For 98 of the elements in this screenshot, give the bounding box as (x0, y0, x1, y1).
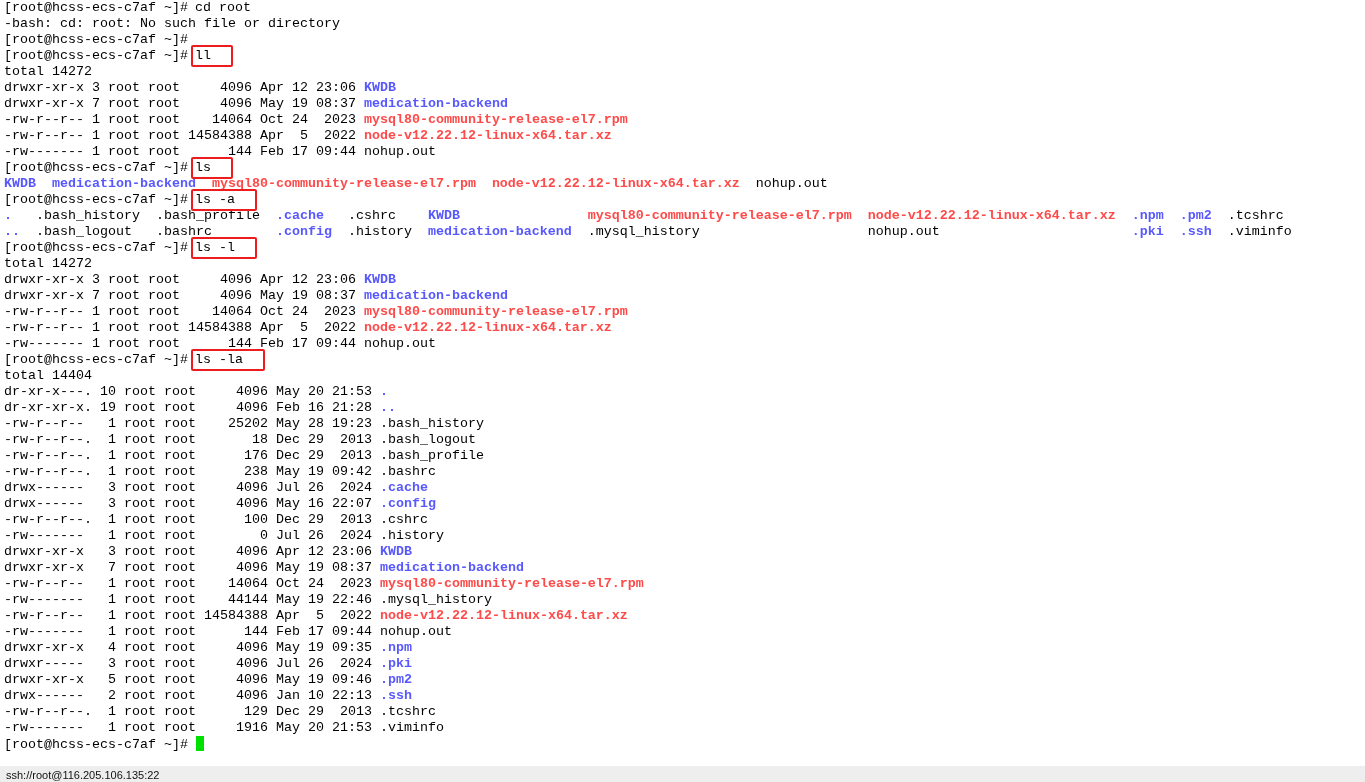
output-text: drwx------ 3 root root 4096 Jul 26 2024 (4, 480, 373, 495)
directory-name: .npm (379, 640, 412, 655)
directory-name: .config (379, 496, 436, 511)
output-text: .bash_profile (155, 208, 260, 224)
output-text: nohup.out (867, 224, 941, 240)
output-text: -rw-r--r--. 1 root root 100 Dec 29 2013 .cshrc (4, 512, 428, 527)
output-text: .bashrc (155, 224, 213, 240)
output-text: .history (347, 224, 412, 240)
output-text: drwx------ 3 root root 4096 May 16 22:07 (4, 496, 373, 511)
directory-name: .. (379, 400, 396, 415)
directory-name: medication-backend (363, 96, 508, 111)
output-text: -rw-r--r--. 1 root root 238 May 19 09:42 .bashrc (4, 464, 436, 479)
output-text: drwxr-xr-x 7 root root 4096 May 19 08:37 (4, 96, 357, 111)
output-text: -rw------- 1 root root 144 Feb 17 09:44 nohup.out (4, 624, 452, 639)
directory-name: KWDB (4, 176, 36, 192)
directory-name: .cache (275, 208, 325, 224)
directory-name: medication-backend (379, 560, 524, 575)
output-text: -rw-r--r-- 1 root root 14064 Oct 24 2023 (4, 304, 357, 319)
output-text: -rw------- 1 root root 44144 May 19 22:46 .mysql_history (4, 592, 492, 607)
highlighted-command: ll (190, 45, 233, 67)
directory-name: . (379, 384, 388, 399)
output-text: total 14272 (4, 64, 92, 79)
archive-name: node-v12.22.12-linux-x64.tar.xz (379, 608, 628, 623)
shell-prompt: [root@hcss-ecs-c7af ~]# (4, 192, 188, 207)
output-text: -rw-r--r-- 1 root root 14064 Oct 24 2023 (4, 576, 373, 591)
output-text: .tcshrc (1227, 208, 1285, 224)
directory-name: . (4, 208, 13, 224)
output-text: drwxr-xr-x 3 root root 4096 Apr 12 23:06 (4, 544, 373, 559)
directory-name: .npm (1131, 208, 1164, 224)
output-text: drwxr-xr-x 3 root root 4096 Apr 12 23:06 (4, 272, 357, 287)
output-text: -rw-r--r-- 1 root root 14584388 Apr 5 2022 (4, 608, 373, 623)
output-text: drwxr-xr-x 5 root root 4096 May 19 09:46 (4, 672, 373, 687)
directory-name: .ssh (379, 688, 412, 703)
output-text: dr-xr-xr-x. 19 root root 4096 Feb 16 21:28 (4, 400, 373, 415)
connection-address: ssh://root@116.205.106.135:22 (6, 769, 160, 781)
directory-name: KWDB (379, 544, 412, 559)
archive-name: mysql80-community-release-el7.rpm (211, 176, 476, 192)
archive-name: mysql80-community-release-el7.rpm (587, 208, 852, 224)
shell-prompt: [root@hcss-ecs-c7af ~]# (4, 352, 188, 367)
output-text: -rw-r--r-- 1 root root 14584388 Apr 5 2022 (4, 320, 357, 335)
highlighted-command: ls -l (190, 237, 257, 259)
shell-prompt: [root@hcss-ecs-c7af ~]# (4, 160, 188, 175)
directory-name: .cache (379, 480, 428, 495)
directory-name: .. (4, 224, 20, 240)
directory-name: .pki (1131, 224, 1164, 240)
highlighted-command: ls -a (190, 189, 257, 211)
output-text: drwxr-xr-x 7 root root 4096 May 19 08:37 (4, 560, 373, 575)
shell-prompt: [root@hcss-ecs-c7af ~]# (4, 737, 188, 752)
command-text: cd root (193, 0, 252, 16)
output-text: .bash_history (36, 208, 140, 224)
output-text: .mysql_history (587, 224, 701, 240)
output-text: drwxr-xr-x 7 root root 4096 May 19 08:37 (4, 288, 357, 303)
output-text: -rw------- 1 root root 144 Feb 17 09:44 nohup.out (4, 144, 436, 159)
output-text: .viminfo (1227, 224, 1292, 240)
output-text: -rw-r--r--. 1 root root 176 Dec 29 2013 .bash_profile (4, 448, 484, 463)
output-text: total 14272 (4, 256, 92, 271)
archive-name: mysql80-community-release-el7.rpm (363, 304, 628, 319)
archive-name: node-v12.22.12-linux-x64.tar.xz (363, 128, 612, 143)
highlighted-command: ls (190, 157, 233, 179)
output-text: -rw-r--r-- 1 root root 14584388 Apr 5 2022 (4, 128, 357, 143)
archive-name: mysql80-community-release-el7.rpm (379, 576, 644, 591)
directory-name: medication-backend (363, 288, 508, 303)
directory-name: .ssh (1179, 224, 1212, 240)
directory-name: .pki (379, 656, 412, 671)
directory-name: medication-backend (427, 224, 572, 240)
output-text: drwxr-xr-x 4 root root 4096 May 19 09:35 (4, 640, 373, 655)
archive-name: node-v12.22.12-linux-x64.tar.xz (867, 208, 1116, 224)
directory-name: KWDB (363, 80, 396, 95)
output-text: nohup.out (755, 176, 828, 192)
directory-name: .pm2 (379, 672, 412, 687)
output-text: -rw------- 1 root root 144 Feb 17 09:44 nohup.out (4, 336, 436, 351)
output-text: -rw-r--r-- 1 root root 14064 Oct 24 2023 (4, 112, 357, 127)
output-text: -rw------- 1 root root 1916 May 20 21:53 .viminfo (4, 720, 444, 735)
directory-name: medication-backend (52, 176, 196, 192)
output-text: -bash: cd: root: No such file or directory (4, 16, 340, 31)
shell-prompt: [root@hcss-ecs-c7af ~]# (4, 240, 188, 255)
shell-prompt: [root@hcss-ecs-c7af ~]# (4, 0, 188, 15)
output-text: drwxr----- 3 root root 4096 Jul 26 2024 (4, 656, 373, 671)
directory-name: .pm2 (1179, 208, 1212, 224)
output-text: total 14404 (4, 368, 92, 383)
output-text: dr-xr-x---. 10 root root 4096 May 20 21:53 (4, 384, 373, 399)
output-text: drwx------ 2 root root 4096 Jan 10 22:13 (4, 688, 373, 703)
output-text: .bash_logout (36, 224, 133, 240)
output-text: drwxr-xr-x 3 root root 4096 Apr 12 23:06 (4, 80, 357, 95)
directory-name: KWDB (363, 272, 396, 287)
directory-name: KWDB (427, 208, 461, 224)
output-text: -rw-r--r-- 1 root root 25202 May 28 19:23 .bash_history (4, 416, 484, 431)
archive-name: node-v12.22.12-linux-x64.tar.xz (363, 320, 612, 335)
highlighted-command: ls -la (190, 349, 265, 371)
output-text: -rw-r--r--. 1 root root 18 Dec 29 2013 .bash_logout (4, 432, 476, 447)
archive-name: node-v12.22.12-linux-x64.tar.xz (491, 176, 740, 192)
archive-name: mysql80-community-release-el7.rpm (363, 112, 628, 127)
output-text: .cshrc (347, 208, 397, 224)
shell-prompt: [root@hcss-ecs-c7af ~]# (4, 48, 188, 63)
directory-name: .config (275, 224, 332, 240)
output-text: -rw------- 1 root root 0 Jul 26 2024 .history (4, 528, 444, 543)
output-text: -rw-r--r--. 1 root root 129 Dec 29 2013 .tcshrc (4, 704, 436, 719)
shell-prompt: [root@hcss-ecs-c7af ~]# (4, 32, 188, 47)
